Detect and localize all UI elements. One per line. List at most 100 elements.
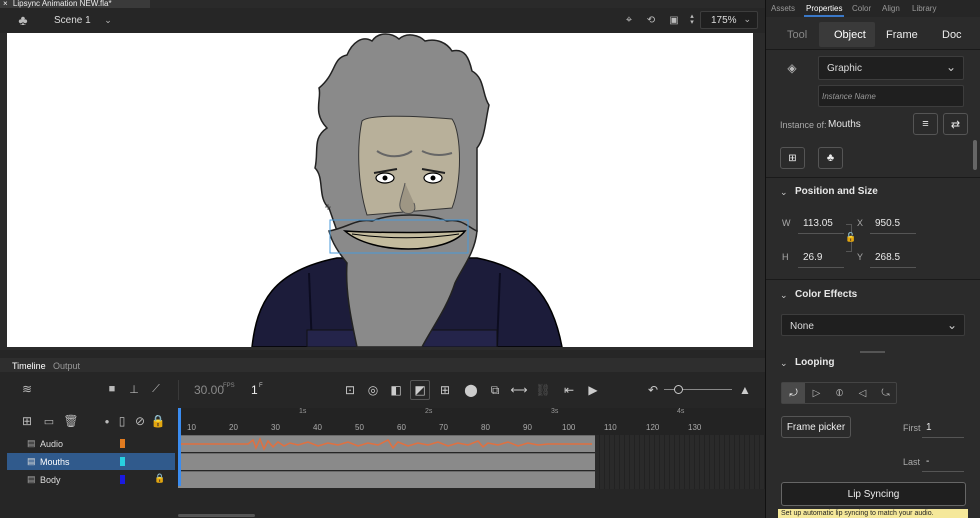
audio-frame-span[interactable] — [178, 435, 595, 452]
document-tab[interactable]: × Lipsync Animation NEW.fla* — [0, 0, 150, 8]
chevron-down-icon[interactable]: ⌄ — [102, 13, 114, 27]
tab-align[interactable]: Align — [882, 4, 900, 13]
play-reverse-once-icon[interactable]: ◁ — [851, 383, 874, 403]
scene-label[interactable]: Scene 1 — [54, 15, 91, 26]
layer-color-swatch[interactable] — [120, 439, 125, 448]
graph-icon[interactable]: ⟋ — [149, 382, 163, 396]
single-frame-icon[interactable]: ⦶ — [828, 383, 851, 403]
zoom-slider-thumb[interactable] — [674, 385, 683, 394]
play-icon[interactable]: ▶ — [584, 381, 602, 399]
zoom-stepper[interactable]: ▴ ▾ — [688, 10, 696, 30]
tab-timeline[interactable]: Timeline — [12, 361, 46, 371]
subtab-doc[interactable]: Doc — [942, 29, 962, 41]
tab-library[interactable]: Library — [912, 4, 936, 13]
highlight-layers-icon[interactable]: ● — [102, 415, 112, 427]
layer-name[interactable]: Audio — [40, 439, 63, 449]
ruler-frame-number: 20 — [229, 423, 238, 432]
body-frame-span[interactable] — [178, 471, 595, 488]
x-field[interactable]: 950.5 — [870, 214, 916, 234]
instance-name-placeholder: Instance Name — [822, 92, 876, 101]
color-effects-select[interactable]: None ⌄ — [781, 314, 965, 336]
tab-properties[interactable]: Properties — [806, 4, 842, 13]
timeline-scrollbar[interactable] — [178, 514, 255, 517]
position-size-title[interactable]: Position and Size — [795, 186, 878, 197]
frame-picker-button[interactable]: Frame picker — [781, 416, 851, 438]
chevron-down-icon[interactable]: ⌄ — [780, 187, 788, 198]
new-layer-icon[interactable]: ⊞ — [20, 414, 34, 428]
outline-toggle-icon[interactable]: ▯ — [116, 414, 128, 428]
layers-icon[interactable]: ≋ — [20, 382, 34, 396]
visibility-toggle-icon[interactable]: ⊘ — [133, 414, 147, 428]
lock-proportions-icon[interactable]: 🔓 — [845, 231, 857, 243]
undo-icon[interactable]: ↶ — [644, 381, 662, 399]
camera-icon[interactable]: ■ — [105, 382, 119, 396]
edit-multiple-frames-icon[interactable]: ⧉ — [486, 381, 504, 399]
panel-scrollbar[interactable] — [973, 140, 977, 170]
loop-icon[interactable]: ⟷ — [510, 381, 528, 399]
subtab-frame[interactable]: Frame — [886, 29, 918, 41]
layer-row-body[interactable]: ▤ Body 🔒 — [7, 471, 175, 488]
loop-icon[interactable]: ⤾ — [782, 383, 805, 403]
convert-to-symbol-button[interactable]: ♣ — [818, 147, 843, 169]
fps-value[interactable]: 30.00 — [194, 383, 224, 397]
symbol-type-select[interactable]: Graphic ⌄ — [818, 56, 964, 80]
go-to-first-icon[interactable]: ⇤ — [560, 381, 578, 399]
layer-row-mouths[interactable]: ▤ Mouths — [7, 453, 175, 470]
width-value: 113.05 — [803, 218, 833, 229]
chevron-down-icon[interactable]: ⌄ — [780, 290, 788, 301]
loop-reverse-icon[interactable]: ⤿ — [874, 383, 897, 403]
frame-value[interactable]: 1 — [251, 383, 258, 397]
y-field[interactable]: 268.5 — [870, 248, 916, 268]
tab-color[interactable]: Color — [852, 4, 871, 13]
new-folder-icon[interactable]: ▭ — [42, 414, 56, 428]
scene-symbol-icon[interactable]: ♣ — [15, 12, 31, 28]
tab-assets[interactable]: Assets — [771, 4, 795, 13]
chevron-down-icon[interactable]: ⌄ — [780, 358, 788, 369]
last-frame-field[interactable]: - — [922, 452, 964, 472]
color-effects-title[interactable]: Color Effects — [795, 289, 857, 300]
mouths-frame-span[interactable] — [178, 453, 595, 470]
width-field[interactable]: 113.05 — [798, 214, 844, 234]
insert-frame-icon[interactable]: ◧ — [387, 381, 405, 399]
looping-title[interactable]: Looping — [795, 357, 834, 368]
play-once-icon[interactable]: ▷ — [805, 383, 828, 403]
layer-color-swatch[interactable] — [120, 457, 125, 466]
fit-frames-icon[interactable]: ▲ — [736, 381, 754, 399]
rotate-stage-icon[interactable]: ⟲ — [644, 13, 658, 27]
instance-name-field[interactable]: Instance Name — [818, 85, 964, 107]
zoom-field[interactable]: 175% ⌄ — [700, 11, 758, 29]
clip-stage-icon[interactable]: ▣ — [667, 13, 681, 27]
insert-keyframe-icon[interactable]: ⊡ — [341, 381, 359, 399]
close-tab-icon[interactable]: × — [3, 0, 8, 8]
swap-symbol-button[interactable]: ⇄ — [943, 113, 968, 135]
layer-type-icon: ▤ — [27, 438, 36, 448]
empty-frames-grid[interactable] — [595, 435, 765, 489]
panel-splitter[interactable] — [860, 351, 885, 353]
lip-syncing-button[interactable]: Lip Syncing — [781, 482, 966, 506]
stage-canvas[interactable] — [7, 33, 753, 347]
subtab-tool[interactable]: Tool — [787, 29, 807, 41]
lock-icon[interactable]: 🔒 — [154, 473, 165, 484]
center-stage-icon[interactable]: ⌖ — [622, 13, 636, 27]
onion-skin-icon[interactable]: ⬤ — [462, 381, 480, 399]
first-frame-field[interactable]: 1 — [922, 418, 964, 438]
link-icon[interactable]: ⛓ — [534, 381, 552, 399]
height-field[interactable]: 26.9 — [798, 248, 844, 268]
delete-layer-icon[interactable]: 🗑 — [63, 414, 78, 428]
auto-keyframe-icon[interactable]: ⊞ — [436, 381, 454, 399]
layer-color-swatch[interactable] — [120, 475, 125, 484]
align-object-button[interactable]: ⊞ — [780, 147, 805, 169]
zoom-value: 175% — [711, 15, 737, 26]
insert-blank-keyframe-icon[interactable]: ◎ — [364, 381, 382, 399]
edit-symbol-properties-button[interactable]: ≡ — [913, 113, 938, 135]
layer-row-audio[interactable]: ▤ Audio — [7, 435, 175, 452]
layer-name[interactable]: Body — [40, 475, 61, 485]
frame-ruler[interactable]: 1s 2s 3s 4s 10 20 30 40 50 60 70 80 90 1… — [178, 408, 765, 436]
lock-toggle-icon[interactable]: 🔒 — [151, 414, 166, 428]
create-tween-icon[interactable]: ◩ — [410, 380, 430, 400]
subtab-object[interactable]: Object — [834, 29, 866, 41]
tab-output[interactable]: Output — [53, 361, 80, 371]
playhead[interactable] — [178, 408, 181, 486]
layer-name[interactable]: Mouths — [40, 457, 70, 467]
layer-parenting-icon[interactable]: ⊥ — [127, 382, 141, 396]
